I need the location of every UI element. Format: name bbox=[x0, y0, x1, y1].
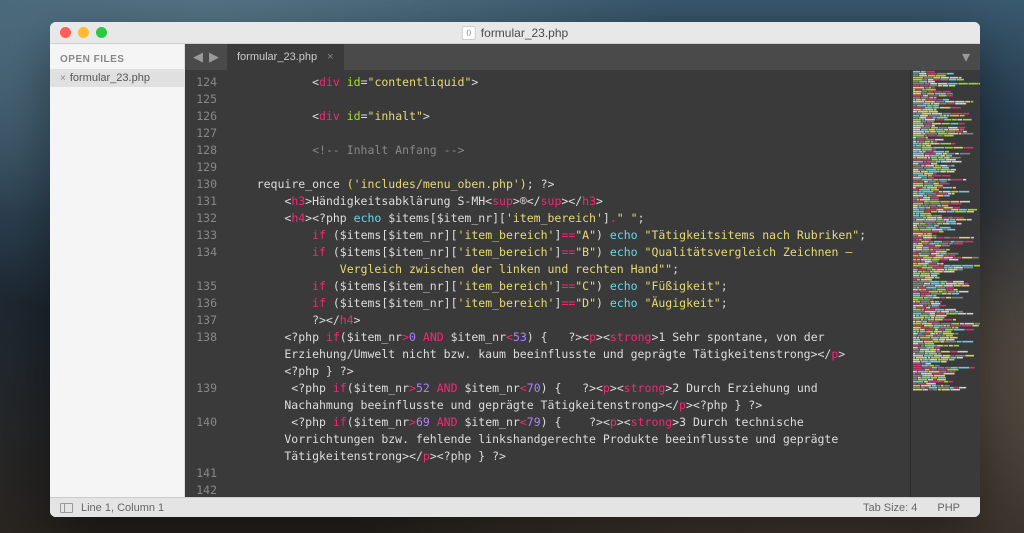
tab-bar: ◀ ▶ formular_23.php × ▾ bbox=[185, 44, 980, 70]
panel-icon[interactable] bbox=[60, 503, 73, 513]
code-container: 124125126127128129130131132133134 135136… bbox=[185, 70, 980, 497]
tab-size-selector[interactable]: Tab Size: 4 bbox=[853, 502, 927, 514]
status-bar: Line 1, Column 1 Tab Size: 4 PHP bbox=[50, 497, 980, 517]
close-window-button[interactable] bbox=[60, 27, 71, 38]
code-editor[interactable]: <div id="contentliquid"> <div id="inhalt… bbox=[223, 70, 910, 497]
line-number-gutter: 124125126127128129130131132133134 135136… bbox=[185, 70, 223, 497]
tab-nav-arrows: ◀ ▶ bbox=[185, 44, 227, 70]
window-title-text: formular_23.php bbox=[481, 26, 568, 40]
tab-close-icon[interactable]: × bbox=[327, 51, 333, 63]
traffic-lights bbox=[50, 27, 107, 38]
tabbar-spacer bbox=[344, 44, 952, 70]
main-area: OPEN FILES × formular_23.php ◀ ▶ formula… bbox=[50, 44, 980, 497]
sidebar: OPEN FILES × formular_23.php bbox=[50, 44, 185, 497]
minimize-window-button[interactable] bbox=[78, 27, 89, 38]
tab-label: formular_23.php bbox=[237, 51, 317, 63]
file-tab[interactable]: formular_23.php × bbox=[227, 44, 344, 70]
editor-window: ⟨⟩ formular_23.php OPEN FILES × formular… bbox=[50, 22, 980, 517]
sidebar-file-item[interactable]: × formular_23.php bbox=[50, 69, 184, 87]
minimap[interactable]: █████████ ██████ ███████████ ███████ ███… bbox=[910, 70, 980, 497]
syntax-selector[interactable]: PHP bbox=[927, 502, 970, 514]
open-files-header: OPEN FILES bbox=[50, 50, 184, 69]
php-file-icon: ⟨⟩ bbox=[462, 26, 476, 40]
editor-area: ◀ ▶ formular_23.php × ▾ 1241251261271281… bbox=[185, 44, 980, 497]
titlebar[interactable]: ⟨⟩ formular_23.php bbox=[50, 22, 980, 44]
window-title: ⟨⟩ formular_23.php bbox=[462, 26, 568, 40]
sidebar-file-name: formular_23.php bbox=[70, 72, 150, 84]
nav-forward-icon[interactable]: ▶ bbox=[207, 49, 221, 65]
nav-back-icon[interactable]: ◀ bbox=[191, 49, 205, 65]
tab-overflow-button[interactable]: ▾ bbox=[952, 44, 980, 70]
cursor-position[interactable]: Line 1, Column 1 bbox=[81, 502, 164, 514]
maximize-window-button[interactable] bbox=[96, 27, 107, 38]
close-file-icon[interactable]: × bbox=[60, 73, 66, 84]
statusbar-left: Line 1, Column 1 bbox=[60, 502, 164, 514]
